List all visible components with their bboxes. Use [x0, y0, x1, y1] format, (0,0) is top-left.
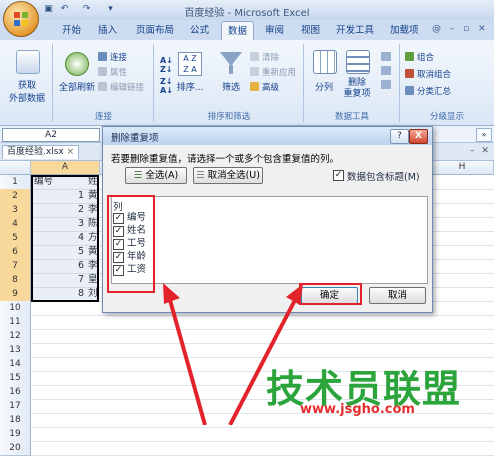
arrow-to-list: [168, 299, 207, 425]
table-row: [31, 427, 494, 442]
office-button[interactable]: [3, 1, 39, 37]
arrow-head-list: [163, 283, 180, 304]
watermark-url: www.jsgho.com: [300, 402, 415, 417]
table-row: [31, 441, 494, 456]
row-header[interactable]: 19: [0, 427, 31, 442]
arrow-head-ok: [286, 284, 303, 305]
row-header[interactable]: 20: [0, 441, 31, 456]
